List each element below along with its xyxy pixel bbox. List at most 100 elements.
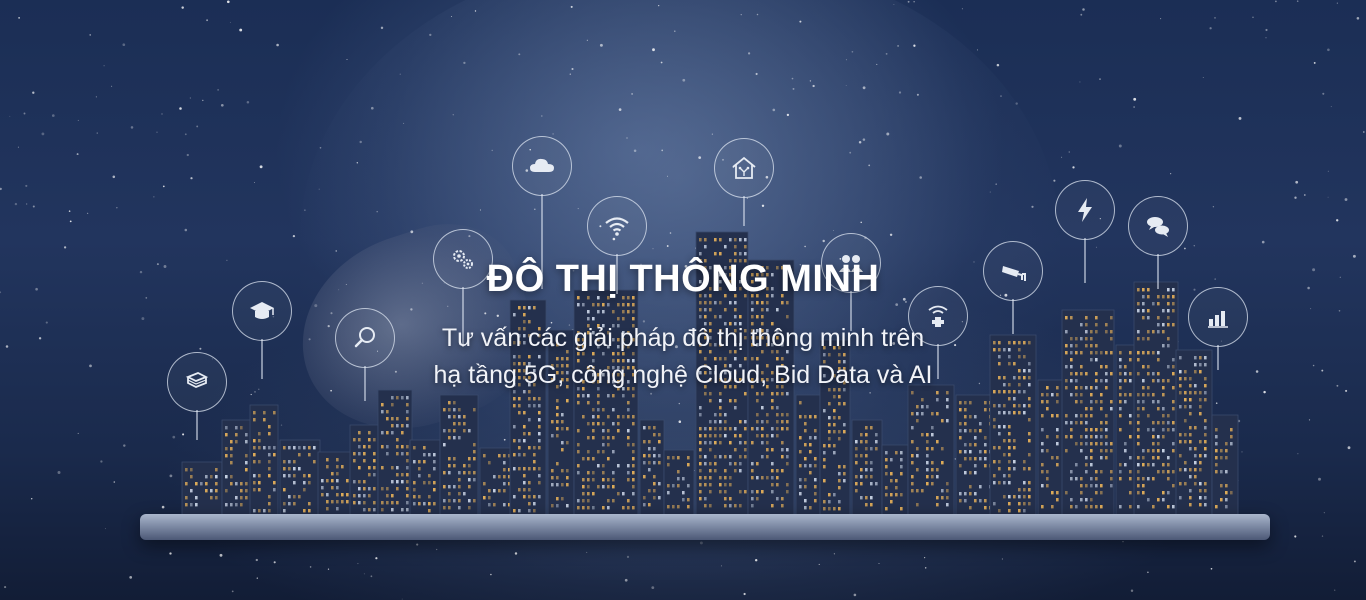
building-window	[363, 445, 366, 449]
building-window	[1204, 454, 1207, 458]
building-window	[406, 396, 409, 400]
building-window	[1095, 400, 1098, 404]
building-window	[833, 451, 836, 455]
building-window	[809, 471, 812, 475]
building-window	[1147, 498, 1150, 502]
building-window	[969, 429, 972, 433]
building-window	[336, 458, 339, 462]
building-window	[964, 415, 967, 419]
building-window	[373, 438, 376, 442]
building-window	[1100, 407, 1103, 411]
building-window	[653, 475, 656, 479]
building-window	[860, 496, 863, 500]
building-window	[776, 420, 779, 424]
building-window	[1172, 421, 1175, 425]
building-window	[523, 467, 526, 471]
building-window	[677, 484, 680, 488]
building-window	[1137, 477, 1140, 481]
building-window	[916, 468, 919, 472]
building-window	[1119, 463, 1122, 467]
building-window	[235, 482, 238, 486]
building-window	[1110, 316, 1113, 320]
building-window	[724, 245, 727, 249]
building-window	[538, 425, 541, 429]
building-window	[926, 440, 929, 444]
building-window	[1147, 449, 1150, 453]
building-window	[433, 467, 436, 471]
building-window	[771, 469, 774, 473]
building-window	[699, 441, 702, 445]
building-window	[353, 494, 356, 498]
building-window	[293, 495, 296, 499]
building-window	[518, 397, 521, 401]
building-window	[523, 306, 526, 310]
building-window	[643, 496, 646, 500]
building-window	[587, 485, 590, 489]
building-window	[313, 460, 316, 464]
building-window	[1184, 433, 1187, 437]
building-window	[602, 422, 605, 426]
building-window	[667, 491, 670, 495]
building-window	[984, 457, 987, 461]
building-window	[776, 497, 779, 501]
building-window	[253, 453, 256, 457]
building	[439, 394, 479, 516]
building-window	[699, 490, 702, 494]
building-window	[448, 485, 451, 489]
building-window	[538, 418, 541, 422]
building-window	[766, 476, 769, 480]
building-window	[751, 315, 754, 319]
building-window	[607, 506, 610, 510]
building-window	[885, 458, 888, 462]
building-window	[809, 436, 812, 440]
building-window	[699, 252, 702, 256]
building-window	[1129, 421, 1132, 425]
building-window	[215, 489, 218, 493]
building-window	[1172, 442, 1175, 446]
building-window	[860, 468, 863, 472]
building-window	[699, 497, 702, 501]
building-window	[1167, 477, 1170, 481]
building-window	[533, 306, 536, 310]
building-window	[1184, 461, 1187, 465]
building-window	[1215, 435, 1218, 439]
building-window	[556, 462, 559, 466]
building-window	[744, 420, 747, 424]
building-window	[1018, 488, 1021, 492]
building-window	[814, 436, 817, 440]
building-window	[865, 426, 868, 430]
building-window	[739, 315, 742, 319]
building-window	[468, 485, 471, 489]
building-window	[734, 469, 737, 473]
building-window	[814, 457, 817, 461]
building-window	[1003, 404, 1006, 408]
building-window	[1147, 428, 1150, 432]
building-window	[1179, 468, 1182, 472]
building-window	[428, 481, 431, 485]
building-window	[1199, 503, 1202, 507]
building-window	[401, 473, 404, 477]
building-window	[1215, 449, 1218, 453]
building-window	[528, 502, 531, 506]
building-window	[493, 503, 496, 507]
building-window	[428, 502, 431, 506]
building-window	[1105, 414, 1108, 418]
building-window	[1090, 449, 1093, 453]
building-window	[1018, 411, 1021, 415]
building-window	[288, 495, 291, 499]
building-window	[523, 481, 526, 485]
building-window	[617, 422, 620, 426]
building-window	[926, 482, 929, 486]
building-window	[648, 468, 651, 472]
building-window	[704, 301, 707, 305]
building-window	[1230, 435, 1233, 439]
building-window	[1220, 456, 1223, 460]
building-window	[1137, 484, 1140, 488]
building-window	[766, 448, 769, 452]
building-window	[1179, 496, 1182, 500]
building-window	[406, 480, 409, 484]
building-window	[838, 437, 841, 441]
building-window	[843, 472, 846, 476]
building-window	[687, 463, 690, 467]
building-window	[959, 436, 962, 440]
